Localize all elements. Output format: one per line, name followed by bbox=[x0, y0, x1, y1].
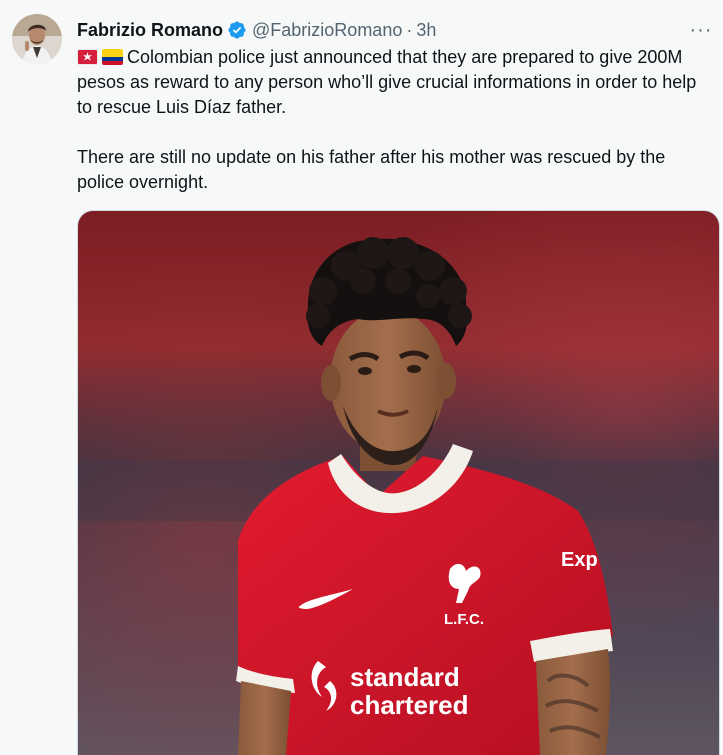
more-options-icon[interactable]: ··· bbox=[687, 16, 715, 44]
sponsor-text-line2: chartered bbox=[350, 690, 469, 720]
separator-dot: · bbox=[406, 19, 413, 40]
siren-emoji-icon bbox=[77, 49, 98, 65]
crest-text: L.F.C. bbox=[444, 611, 484, 628]
tweet-timestamp[interactable]: 3h bbox=[416, 20, 436, 41]
avatar-image bbox=[12, 14, 62, 64]
author-name[interactable]: Fabrizio Romano bbox=[77, 20, 223, 41]
author-avatar[interactable] bbox=[12, 14, 62, 64]
tweet-paragraph-1-text: Colombian police just announced that the… bbox=[77, 47, 697, 117]
tweet-paragraph-1: Colombian police just announced that the… bbox=[77, 45, 713, 120]
tweet-text: Colombian police just announced that the… bbox=[77, 45, 713, 195]
tweet-media-photo[interactable]: L.F.C. Exp standard chartered bbox=[77, 210, 720, 755]
player-photo: L.F.C. Exp standard chartered bbox=[78, 211, 719, 755]
more-options-label: ··· bbox=[689, 18, 713, 41]
tweet-header: Fabrizio Romano @FabrizioRomano · 3h bbox=[77, 18, 436, 42]
author-handle[interactable]: @FabrizioRomano bbox=[252, 20, 402, 41]
colombia-flag-icon bbox=[102, 49, 123, 65]
verified-badge-icon[interactable] bbox=[227, 20, 247, 40]
tweet[interactable]: Fabrizio Romano @FabrizioRomano · 3h ···… bbox=[0, 0, 723, 755]
sponsor-text-line1: standard bbox=[350, 662, 460, 692]
sleeve-sponsor-text: Exp bbox=[561, 549, 598, 571]
tweet-paragraph-2: There are still no update on his father … bbox=[77, 147, 666, 192]
